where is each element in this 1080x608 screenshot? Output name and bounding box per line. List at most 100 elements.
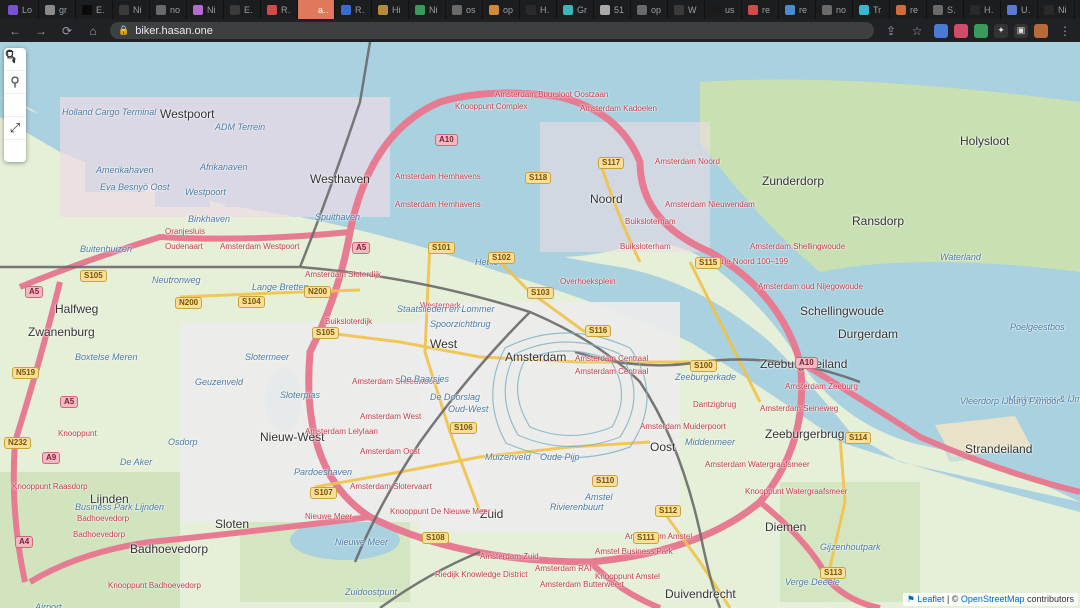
map-label: Zeeburgerbrug — [765, 427, 844, 441]
map-label: Oranjesluis — [165, 227, 205, 236]
menu-button[interactable]: ⋮ — [1056, 22, 1074, 40]
tab-21[interactable]: re — [779, 0, 816, 19]
home-button[interactable]: ⌂ — [84, 22, 102, 40]
tab-1[interactable]: gr — [39, 0, 76, 19]
omnibox[interactable]: 🔒 biker.hasan.one — [110, 22, 874, 39]
tab-label: op — [503, 5, 513, 15]
tab-label: Ni — [429, 5, 438, 15]
favicon-icon — [1044, 5, 1054, 15]
tab-29[interactable]: Hi — [1075, 0, 1080, 19]
road-shield: A9 — [42, 452, 60, 464]
map-label: Amsterdam RAI — [535, 564, 591, 573]
tab-10[interactable]: Hi — [372, 0, 409, 19]
map-label: Middenmeer — [685, 437, 735, 447]
road-shield: S117 — [598, 157, 624, 169]
road-shield: A5 — [25, 286, 43, 298]
ext-2-icon[interactable] — [954, 24, 968, 38]
tab-2[interactable]: Ex — [76, 0, 113, 19]
road-shield: A4 — [15, 536, 33, 548]
map-label: Amsterdam oud Nijegowoude — [758, 282, 863, 291]
tab-11[interactable]: Ni — [409, 0, 446, 19]
map-label: Pardoeshaven — [294, 467, 352, 477]
tab-label: W — [688, 5, 697, 15]
map-label: Amsterdam Westpoort — [220, 242, 299, 251]
map-label: Duivendrecht — [665, 587, 736, 601]
map-label: Westpoort — [160, 107, 214, 121]
tab-24[interactable]: re — [890, 0, 927, 19]
favicon-icon — [267, 5, 277, 15]
tab-12[interactable]: os — [446, 0, 483, 19]
tab-20[interactable]: re — [742, 0, 779, 19]
tab-14[interactable]: He — [520, 0, 557, 19]
favicon-icon — [785, 5, 795, 15]
tab-22[interactable]: no — [816, 0, 853, 19]
tab-23[interactable]: Tr — [853, 0, 890, 19]
map-label: Zwanenburg — [28, 325, 95, 339]
tab-8[interactable]: azure — [298, 0, 335, 19]
map-label: Amsterdam Zeeburg — [785, 382, 858, 391]
map-label: Spoorzichtbrug — [430, 319, 491, 329]
favicon-icon — [1007, 5, 1017, 15]
map-label: Amsterdam Shellingwoude — [750, 242, 845, 251]
ext-square-icon[interactable]: ▣ — [1014, 24, 1028, 38]
fullscreen-button[interactable]: ⤢ — [4, 117, 26, 140]
favicon-icon — [822, 5, 832, 15]
tab-label: Ni — [133, 5, 142, 15]
map-label: Amsterdam Butterweert — [540, 580, 624, 589]
map-label: Amsterdam Hemhavens — [395, 172, 481, 181]
tab-label: no — [836, 5, 846, 15]
map-label: Amsterdam Centraal — [575, 354, 648, 363]
tab-3[interactable]: Ni — [113, 0, 150, 19]
share-button[interactable]: ⇪ — [882, 22, 900, 40]
map-label: Buiksloterham — [620, 242, 671, 251]
back-button[interactable]: ← — [6, 22, 24, 40]
favicon-icon — [45, 5, 55, 15]
tab-28[interactable]: Ni — [1038, 0, 1075, 19]
reload-button[interactable]: ⟳ — [58, 22, 76, 40]
road-shield: S111 — [633, 532, 659, 544]
tab-9[interactable]: Ro — [335, 0, 372, 19]
ext-1-icon[interactable] — [934, 24, 948, 38]
tab-6[interactable]: Ex — [224, 0, 261, 19]
map-label: Zeeburgerkade — [675, 372, 736, 382]
map-label: West — [430, 337, 457, 351]
ext-avatar-icon[interactable] — [1034, 24, 1048, 38]
tab-25[interactable]: Sy — [927, 0, 964, 19]
map-label: Amerikahaven — [96, 165, 154, 175]
map-canvas — [0, 42, 1080, 608]
favicon-icon — [637, 5, 647, 15]
road-shield: S105 — [80, 270, 107, 282]
map-viewport[interactable]: ◐ ⚲ ⤢ AmsterdamNoordNieuw-WestOostZuidWe… — [0, 42, 1080, 608]
tab-4[interactable]: no — [150, 0, 187, 19]
osm-link[interactable]: OpenStreetMap — [961, 594, 1025, 604]
tab-18[interactable]: W — [668, 0, 705, 19]
tab-13[interactable]: op — [483, 0, 520, 19]
tab-26[interactable]: He — [964, 0, 1001, 19]
tab-16[interactable]: 51 — [594, 0, 631, 19]
tab-7[interactable]: Ro — [261, 0, 298, 19]
tab-5[interactable]: Ni — [187, 0, 224, 19]
road-shield: N519 — [12, 367, 39, 379]
locate-button[interactable]: ⚲ — [4, 71, 26, 94]
leaflet-link[interactable]: Leaflet — [917, 594, 944, 604]
map-label: Ransdorp — [852, 214, 904, 228]
trash-button[interactable] — [4, 140, 26, 162]
forward-button[interactable]: → — [32, 22, 50, 40]
road-shield: S118 — [525, 172, 551, 184]
map-label: Waterland — [940, 252, 981, 262]
bookmark-button[interactable]: ☆ — [908, 22, 926, 40]
tab-27[interactable]: Us — [1001, 0, 1038, 19]
tab-19[interactable]: us — [705, 0, 742, 19]
tab-17[interactable]: op — [631, 0, 668, 19]
map-attribution: ⚑ Leaflet | © OpenStreetMap contributors — [903, 593, 1078, 606]
search-button[interactable] — [4, 94, 26, 117]
road-shield: S108 — [422, 532, 449, 544]
tab-0[interactable]: Lo — [2, 0, 39, 19]
map-label: Oud-West — [448, 404, 488, 414]
road-shield: A5 — [352, 242, 370, 254]
ext-3-icon[interactable] — [974, 24, 988, 38]
map-label: Airport — [35, 602, 62, 608]
ext-puzzle-icon[interactable]: ✦ — [994, 24, 1008, 38]
map-label: Amstel — [585, 492, 613, 502]
tab-15[interactable]: Gr — [557, 0, 594, 19]
